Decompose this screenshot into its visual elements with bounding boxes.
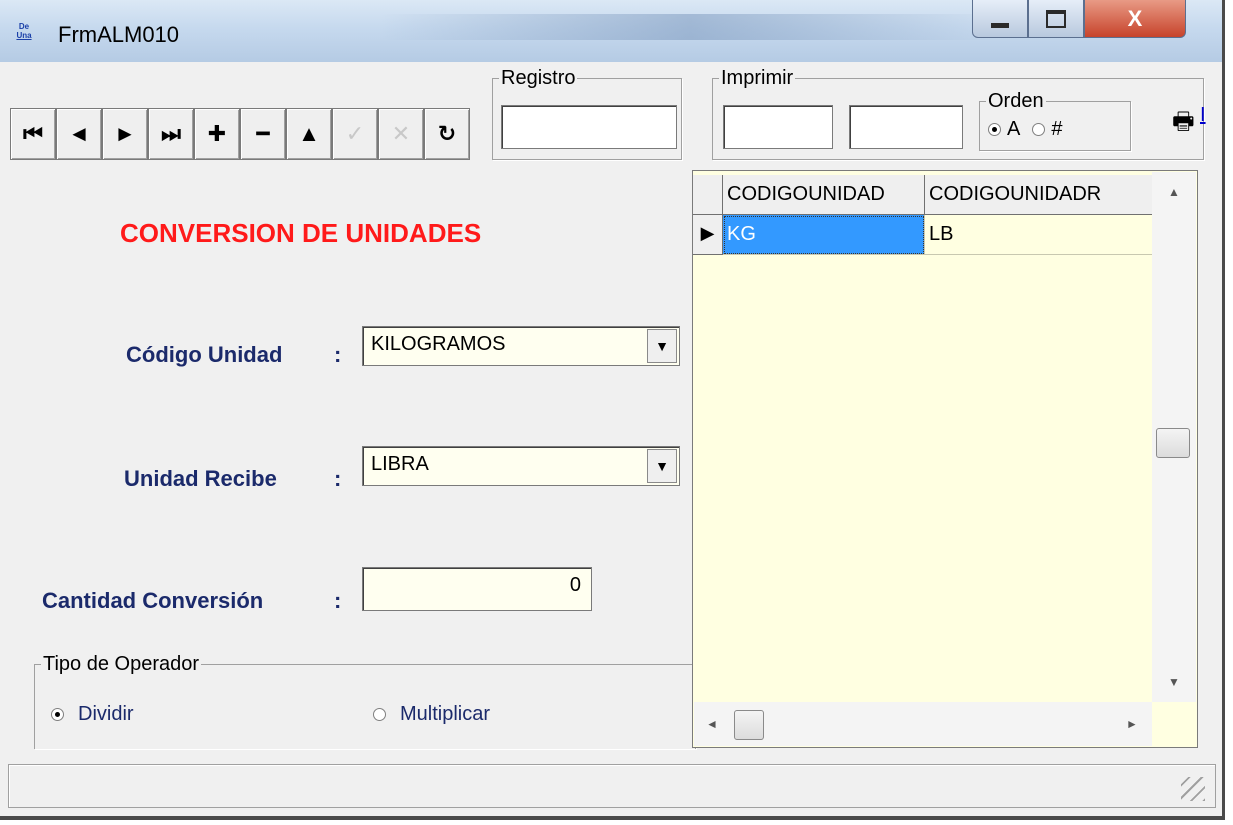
multiplicar-radio[interactable] [373,708,386,721]
scroll-up-icon[interactable]: ▲ [1152,172,1196,212]
orden-hash-radio[interactable] [1032,123,1046,136]
close-icon: X [1127,5,1143,31]
prev-record-button[interactable]: ◄ [56,108,102,160]
orden-a-radio[interactable] [988,123,1001,136]
registro-input[interactable] [501,105,677,149]
scroll-left-icon[interactable]: ◄ [694,702,730,746]
resize-grip-icon[interactable] [1181,777,1205,801]
colon: : [334,466,342,491]
next-record-button[interactable]: ► [102,108,148,160]
vertical-scrollbar[interactable]: ▲ ▼ [1152,172,1196,702]
app-window: De Una FrmALM010 X ⏮ ◄ ► ⏭ ✚ ━ ▲ ✓ ✕ ↻ Registro I… [0,0,1225,820]
chevron-down-icon[interactable]: ▼ [647,329,677,363]
unidad-recibe-label: Unidad Recibe [124,466,277,491]
last-record-button[interactable]: ⏭ [148,108,194,160]
first-record-icon: ⏮ [23,121,43,146]
cancel-button[interactable]: ✕ [378,108,424,160]
grid-cell-codigounidadr[interactable]: LB [925,215,1153,255]
multiplicar-label: Multiplicar [400,703,491,725]
codigo-unidad-label: Código Unidad [126,342,283,367]
first-record-button[interactable]: ⏮ [10,108,56,160]
dividir-label: Dividir [78,703,134,725]
grid-corner [693,175,723,215]
orden-label: Orden [986,90,1046,113]
data-grid[interactable]: CODIGOUNIDAD CODIGOUNIDADR ▶ KG LB [692,170,1198,748]
status-bar [8,764,1216,808]
imprimir-label: Imprimir [719,67,796,90]
codigo-unidad-select[interactable]: KILOGRAMOS ▼ [362,326,680,366]
add-record-icon: ✚ [207,121,227,146]
next-record-icon: ► [114,121,136,146]
maximize-icon [1046,9,1066,28]
tipo-operador-label: Tipo de Operador [41,653,202,676]
minimize-icon [991,23,1009,28]
refresh-button[interactable]: ↻ [424,108,470,160]
delete-record-button[interactable]: ━ [240,108,286,160]
vertical-scroll-thumb[interactable] [1156,428,1190,458]
edit-record-button[interactable]: ▲ [286,108,332,160]
colon: : [334,342,342,367]
imprimir-to-input[interactable] [849,105,963,149]
last-record-icon: ⏭ [161,121,181,146]
row-indicator-icon[interactable]: ▶ [693,215,723,255]
confirm-icon: ✓ [345,121,365,146]
form-title: CONVERSION DE UNIDADES [120,218,482,248]
chevron-down-icon[interactable]: ▼ [647,449,677,483]
add-record-button[interactable]: ✚ [194,108,240,160]
print-link[interactable]: I [1200,104,1206,127]
window-title: FrmALM010 [58,22,180,47]
grid-cell-codigounidad[interactable]: KG [723,215,925,255]
refresh-icon: ↻ [437,121,457,146]
edit-record-icon: ▲ [298,121,320,146]
column-header-codigounidadr[interactable]: CODIGOUNIDADR [925,175,1153,215]
horizontal-scrollbar[interactable]: ◄ ► [694,702,1152,746]
registro-label: Registro [499,67,578,90]
registro-group: Registro [492,67,682,160]
confirm-button[interactable]: ✓ [332,108,378,160]
imprimir-from-input[interactable] [723,105,833,149]
dividir-radio[interactable] [51,708,64,721]
horizontal-scroll-thumb[interactable] [734,710,764,740]
imprimir-group: Imprimir Orden A # [712,67,1204,160]
column-header-codigounidad[interactable]: CODIGOUNIDAD [723,175,925,215]
dividir-option[interactable]: Dividir [51,703,134,726]
unidad-recibe-select[interactable]: LIBRA ▼ [362,446,680,486]
close-button[interactable]: X [1084,0,1186,38]
maximize-button[interactable] [1028,0,1084,38]
app-icon: De Una [16,22,32,40]
scroll-right-icon[interactable]: ► [1114,702,1150,746]
cancel-icon: ✕ [391,121,411,146]
orden-a-label: A [1007,118,1021,140]
scroll-down-icon[interactable]: ▼ [1152,662,1196,702]
orden-hash-label: # [1051,118,1063,140]
title-bar[interactable]: De Una FrmALM010 X [0,0,1222,62]
minimize-button[interactable] [972,0,1028,38]
navigation-toolbar: ⏮ ◄ ► ⏭ ✚ ━ ▲ ✓ ✕ ↻ Registro Imprimir Orden A # [10,67,1222,160]
prev-record-icon: ◄ [68,121,90,146]
tipo-operador-group: Tipo de Operador Dividir Multiplicar [34,653,696,749]
multiplicar-option[interactable]: Multiplicar [373,703,490,726]
delete-record-icon: ━ [256,121,270,146]
cantidad-conversion-input[interactable]: 0 [362,567,592,611]
cantidad-conversion-label: Cantidad Conversión [42,588,264,613]
colon: : [334,588,342,613]
unidad-recibe-value: LIBRA [371,453,429,475]
printer-icon[interactable]: 🖶 [1172,104,1195,145]
codigo-unidad-value: KILOGRAMOS [371,333,506,355]
orden-group: Orden A # [979,90,1131,151]
